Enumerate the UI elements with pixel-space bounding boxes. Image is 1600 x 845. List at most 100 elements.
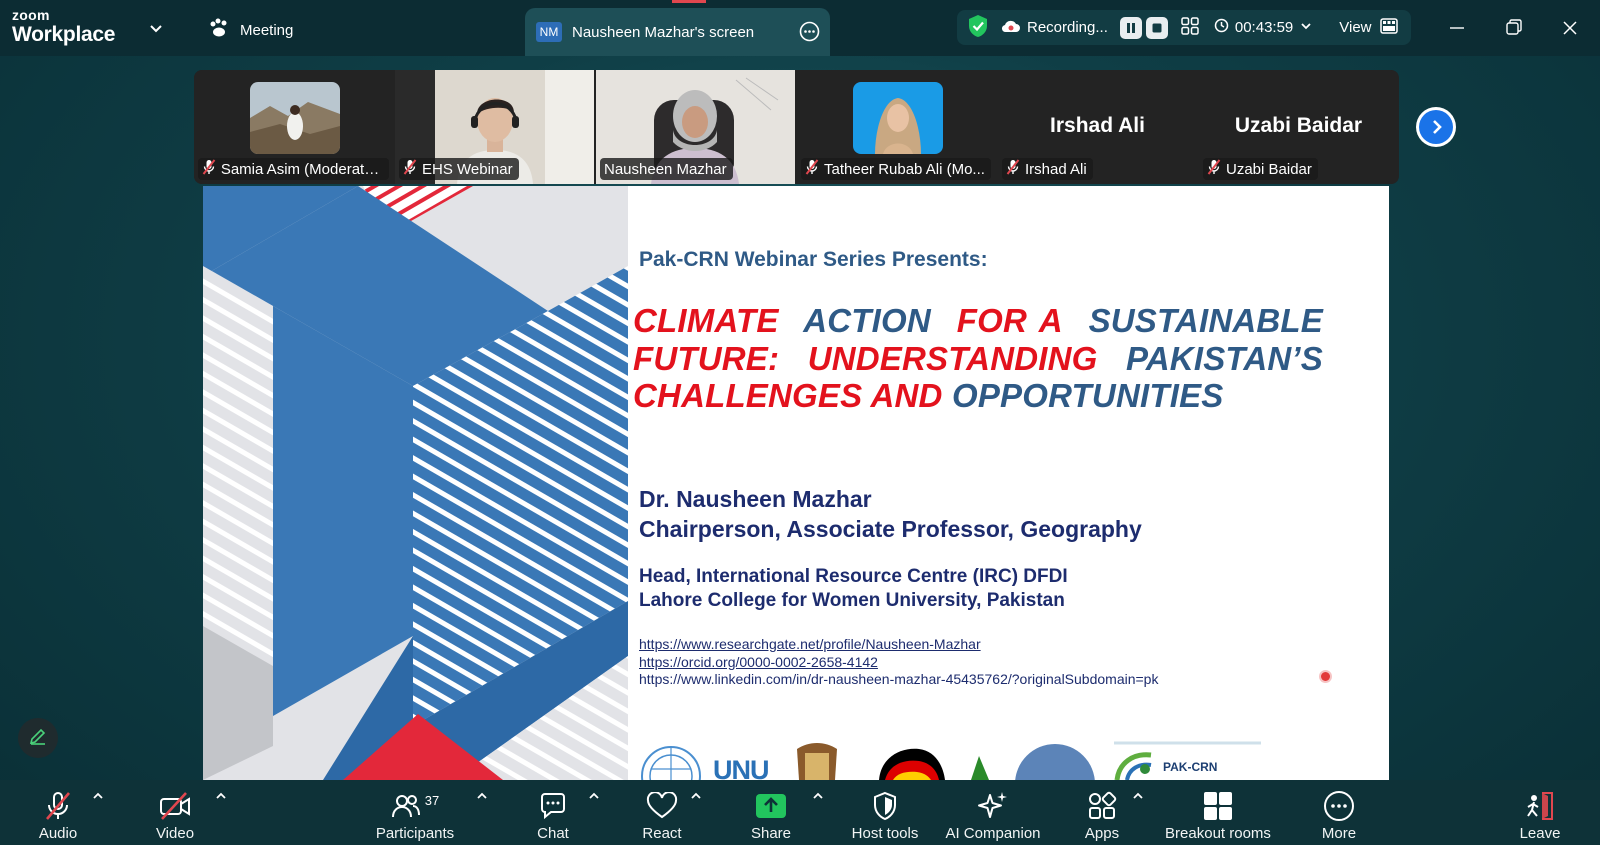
participant-name-tag: Nausheen Mazhar [600,158,733,180]
minimize-icon[interactable] [1443,14,1471,42]
recording-status-bar: Recording... 00:43:59 View [957,10,1411,45]
participant-display-name: Irshad Ali [1050,114,1145,137]
stop-recording-button[interactable] [1145,16,1168,39]
pak-crn-logo-text: PAK-CRN [1163,760,1218,774]
german-flag-icon [879,748,945,780]
zoom-workplace-logo: zoom Workplace [12,8,115,45]
react-label: React [642,825,682,842]
chevron-up-icon[interactable] [213,788,229,804]
linkedin-link[interactable]: https://www.linkedin.com/in/dr-nausheen-… [639,671,1158,689]
leave-label: Leave [1519,825,1561,842]
apps-label: Apps [1084,825,1120,842]
chat-icon [538,788,568,824]
muted-mic-icon [1006,159,1020,179]
leaf-logo-icon [971,756,989,780]
restore-icon[interactable] [1500,14,1528,42]
participant-tile[interactable]: Samia Asim (Moderato... [194,70,393,184]
participant-tile[interactable]: Irshad Ali Irshad Ali [998,70,1197,184]
annotate-pencil-button[interactable] [18,718,58,758]
more-dots-icon [1323,788,1355,824]
ai-companion-label: AI Companion [945,825,1041,842]
researchgate-link[interactable]: https://www.researchgate.net/profile/Nau… [639,636,1158,654]
participant-name: Samia Asim (Moderato... [220,160,383,178]
more-button[interactable]: More [1316,780,1362,845]
share-screen-icon [755,788,787,824]
speaker-role: Chairperson, Associate Professor, Geogra… [639,516,1142,542]
slide-title: CLIMATE ACTION FOR A SUSTAINABLE FUTURE:… [633,302,1323,415]
chat-button[interactable]: Chat [532,780,574,845]
ai-companion-button[interactable]: AI Companion [941,780,1045,845]
meeting-menu[interactable]: Meeting [208,18,293,42]
chevron-up-icon[interactable] [810,788,826,804]
view-layout-icon[interactable] [1379,17,1398,38]
university-crest-icon [797,743,837,780]
avatar [853,82,943,154]
meeting-toolbar: Audio Video 37 Participants Chat React S… [0,780,1600,845]
shared-screen-tab[interactable]: NM Nausheen Mazhar's screen [525,0,830,56]
more-options-icon[interactable] [799,21,820,42]
chevron-down-icon[interactable] [146,18,166,38]
leave-button[interactable]: Leave [1518,780,1562,845]
next-participants-button[interactable] [1416,107,1456,147]
chat-label: Chat [537,825,569,842]
speaker-block: Dr. Nausheen Mazhar Chairperson, Associa… [639,484,1142,544]
react-button[interactable]: React [638,780,686,845]
audio-button[interactable]: Audio [32,780,84,845]
apps-button[interactable]: Apps [1080,780,1124,845]
participant-name-tag: Uzabi Baidar [1203,158,1318,180]
clock-icon [1214,18,1229,37]
shared-screen-label: Nausheen Mazhar's screen [572,23,755,41]
video-label: Video [155,825,195,842]
gallery-grid-icon[interactable] [1180,16,1200,40]
chevron-up-icon[interactable] [474,788,490,804]
top-bar: zoom Workplace Meeting NM Nausheen Mazha… [0,0,1600,56]
chevron-up-icon[interactable] [688,788,704,804]
more-label: More [1321,825,1357,842]
institution-block: Head, International Resource Centre (IRC… [639,565,1068,613]
title-word: CLIMATE [633,302,779,339]
video-button[interactable]: Video [147,780,203,845]
participant-tile[interactable]: EHS Webinar [395,70,594,184]
view-button-label[interactable]: View [1339,19,1371,36]
chevron-up-icon[interactable] [1130,788,1146,804]
circle-logo-icon [1015,744,1095,780]
avatar [250,82,340,154]
pause-recording-button[interactable] [1119,16,1142,39]
institution-line-1: Head, International Resource Centre (IRC… [639,566,1068,587]
participant-name: EHS Webinar [422,160,513,178]
un-emblem-icon [641,746,701,780]
profile-links: https://www.researchgate.net/profile/Nau… [639,636,1158,689]
participant-count: 37 [424,792,440,808]
webinar-series-heading: Pak-CRN Webinar Series Presents: [639,248,988,271]
breakout-rooms-button[interactable]: Breakout rooms [1158,780,1278,845]
sharer-initials-badge: NM [536,22,562,42]
orcid-link[interactable]: https://orcid.org/0000-0002-2658-4142 [639,654,1158,672]
share-button[interactable]: Share [746,780,796,845]
pencil-icon [28,726,48,751]
chevron-up-icon[interactable] [586,788,602,804]
participant-name-tag: Tatheer Rubab Ali (Mo... [801,158,991,180]
close-icon[interactable] [1556,14,1584,42]
chevron-down-icon[interactable] [1299,19,1313,37]
meeting-label: Meeting [240,21,294,39]
shared-slide: Pak-CRN Webinar Series Presents: CLIMATE… [203,186,1389,780]
participants-label: Participants [375,825,455,842]
recording-label: Recording... [1027,19,1108,36]
chevron-up-icon[interactable] [90,788,106,804]
participants-button[interactable]: 37 Participants [370,780,460,845]
host-tools-button[interactable]: Host tools [845,780,925,845]
audio-label: Audio [38,825,78,842]
institution-line-2: Lahore College for Women University, Pak… [639,590,1065,611]
participant-tile[interactable]: Uzabi Baidar Uzabi Baidar [1199,70,1398,184]
participant-tile-active-speaker[interactable]: Nausheen Mazhar [596,70,795,184]
share-label: Share [750,825,792,842]
slide-decorative-graphic [203,186,628,780]
shield-check-icon[interactable] [967,14,989,42]
breakout-grid-icon [1203,788,1233,824]
participant-tile[interactable]: Tatheer Rubab Ali (Mo... [797,70,996,184]
host-tools-label: Host tools [851,825,919,842]
sparkle-icon [977,788,1009,824]
muted-mic-icon [42,788,74,824]
title-word: OPPORTUNITIES [951,377,1224,414]
cloud-record-icon [1001,18,1021,38]
